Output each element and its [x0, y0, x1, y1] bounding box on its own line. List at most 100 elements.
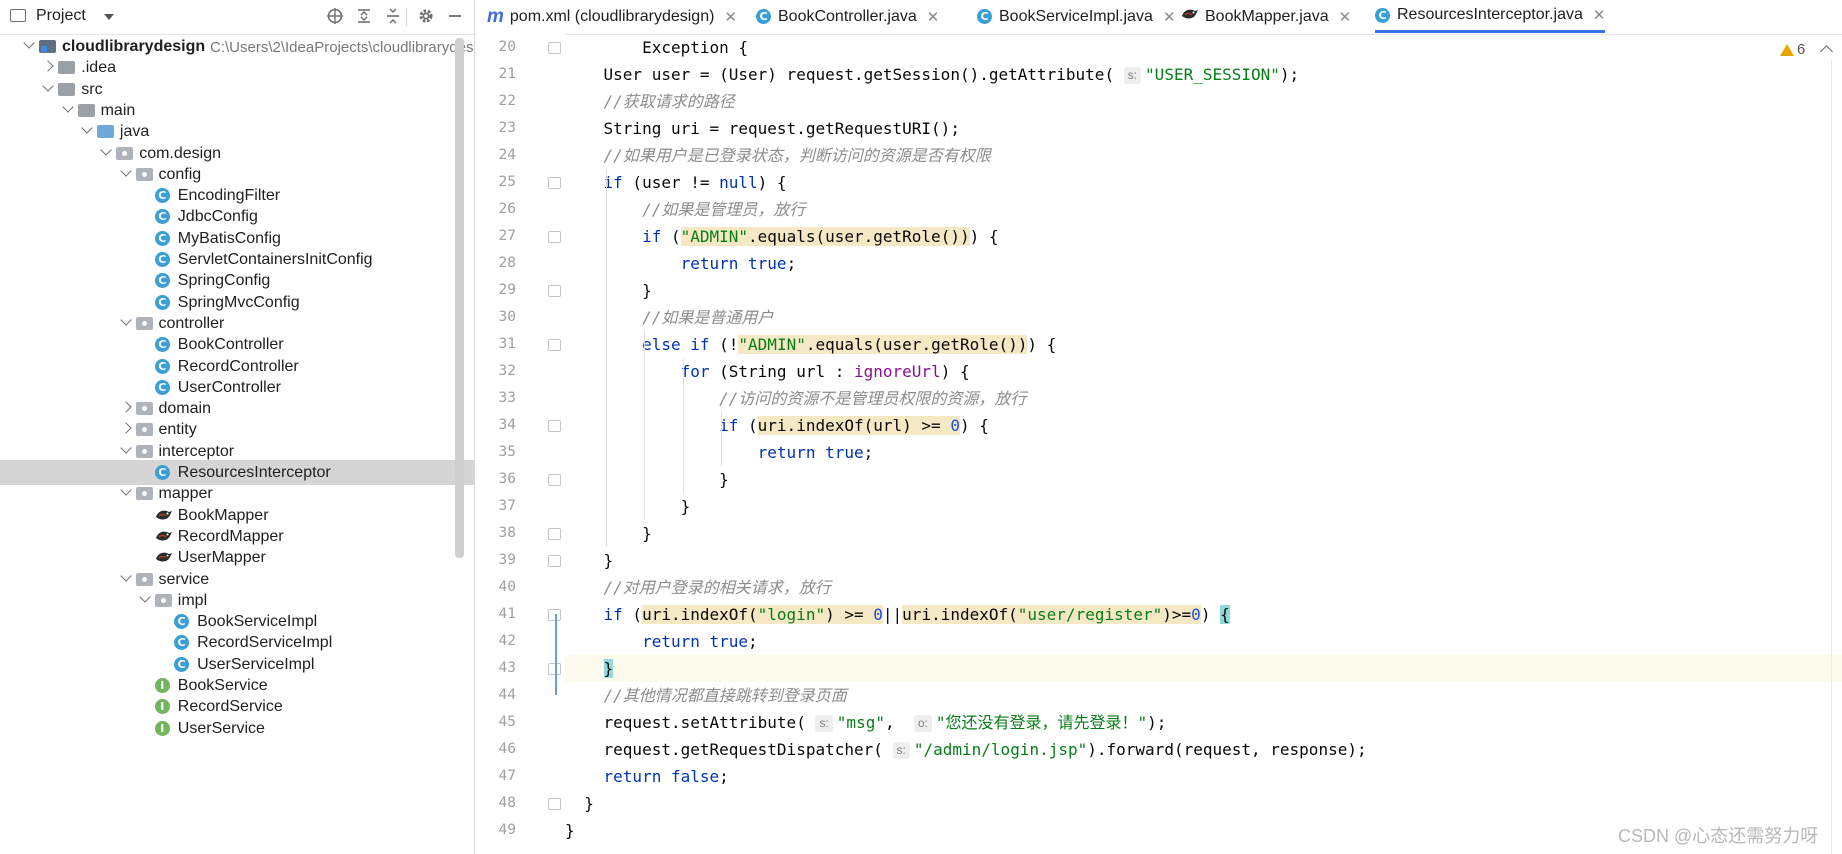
close-icon[interactable]: ✕ — [1339, 8, 1352, 26]
chevron-right-icon[interactable] — [42, 60, 54, 72]
tree-item-label: src — [81, 80, 103, 98]
editor-scrollbar[interactable] — [1831, 60, 1832, 854]
chevron-down-icon[interactable] — [119, 442, 132, 454]
tree-item-label: BookMapper — [177, 506, 269, 524]
close-icon[interactable]: ✕ — [1163, 8, 1176, 26]
code-line: request.setAttribute( s: "msg", o: "您还没有登录… — [565, 709, 1166, 736]
line-number: 37 — [498, 498, 516, 514]
tree-scrollbar[interactable] — [455, 38, 464, 558]
chevron-down-icon[interactable] — [61, 101, 74, 113]
fold-marker-icon[interactable] — [548, 231, 561, 243]
code-token: .equals(user.getRole()) — [748, 227, 970, 246]
code-line: } — [565, 493, 691, 520]
tree-item-label: com.design — [139, 144, 222, 162]
code-token: return false — [565, 767, 720, 786]
tree-item-label: mapper — [158, 485, 213, 503]
code-token: } — [565, 497, 691, 516]
tree-item-label: entity — [158, 421, 197, 439]
editor-tab[interactable]: C BookController.java ✕ — [756, 0, 939, 33]
code-token: ) { — [959, 416, 989, 435]
parameter-hint: s: — [815, 715, 833, 732]
tree-item-path: C:\Users\2\IdeaProjects\cloudlibrarydes — [210, 39, 474, 56]
code-token: ).forward(request, response); — [1087, 740, 1367, 759]
tree-item-label: RecordController — [177, 357, 299, 375]
line-number: 31 — [498, 336, 516, 352]
expand-all-icon[interactable] — [352, 4, 376, 28]
fold-marker-icon[interactable] — [548, 177, 561, 189]
code-token: ); — [1279, 65, 1300, 84]
code-token: ) { — [969, 227, 999, 246]
line-number: 41 — [498, 606, 516, 622]
code-line: if (user != null) { — [565, 169, 787, 196]
maven-icon: m — [487, 5, 504, 27]
project-panel-title[interactable]: Project — [36, 7, 86, 25]
chevron-down-icon[interactable] — [81, 122, 93, 134]
chevron-down-icon[interactable] — [119, 569, 132, 582]
chevron-down-icon[interactable] — [23, 37, 35, 49]
indent-guide — [721, 412, 723, 466]
editor-tab[interactable]: C ResourcesInterceptor.java ✕ — [1375, 0, 1606, 33]
tree-item[interactable]: I UserService — [0, 716, 474, 741]
fold-marker-icon[interactable] — [548, 285, 561, 297]
chevron-down-icon[interactable] — [42, 79, 54, 92]
fold-marker-icon[interactable] — [548, 339, 561, 351]
chevron-down-icon[interactable] — [119, 484, 132, 496]
minimize-icon[interactable] — [443, 4, 467, 28]
code-token: ( — [738, 416, 758, 435]
code-token: ; — [748, 632, 758, 651]
close-icon[interactable]: ✕ — [927, 8, 940, 26]
collapse-all-icon[interactable] — [381, 4, 405, 28]
editor-tab[interactable]: m pom.xml (cloudlibrarydesign) ✕ — [487, 0, 737, 33]
code-line: //其他情况都直接跳转到登录页面 — [565, 682, 847, 709]
chevron-right-icon[interactable] — [119, 401, 132, 413]
fold-marker-icon[interactable] — [548, 798, 561, 810]
chevron-down-icon[interactable] — [104, 14, 114, 20]
chevron-down-icon[interactable] — [100, 143, 112, 156]
code-token: ); — [1147, 713, 1167, 732]
watermark: CSDN @心态还需努力呀 — [1618, 826, 1819, 846]
chevron-down-icon[interactable] — [139, 591, 151, 603]
gear-icon[interactable] — [414, 4, 438, 28]
code-token: //其他情况都直接跳转到登录页面 — [565, 686, 847, 705]
tree-item-label: .idea — [81, 59, 116, 77]
tree-item-label: SpringMvcConfig — [177, 293, 300, 311]
fold-marker-icon[interactable] — [548, 528, 561, 540]
code-token: if — [565, 173, 623, 192]
parameter-hint: o: — [913, 715, 932, 732]
chevron-down-icon[interactable] — [119, 314, 132, 326]
project-tool-window: Project cloudlibrarydesign C:\Users\2\Ide… — [0, 0, 475, 854]
tree-item-label: UserService — [177, 719, 265, 737]
editor-tab[interactable]: C BookServiceImpl.java ✕ — [977, 0, 1175, 33]
fold-marker-icon[interactable] — [548, 420, 561, 432]
fold-marker-icon[interactable] — [548, 555, 561, 567]
code-editor[interactable]: Exception { User user = (User) request.g… — [565, 34, 1842, 854]
code-token: ) { — [757, 173, 787, 192]
java-class-icon: C — [154, 230, 170, 246]
chevron-right-icon[interactable] — [119, 422, 132, 435]
warning-count: 6 — [1797, 41, 1806, 58]
tree-item-label: cloudlibrarydesign — [62, 38, 206, 55]
crosshair-icon[interactable] — [323, 4, 347, 28]
code-line: //访问的资源不是管理员权限的资源，放行 — [565, 385, 1026, 412]
code-token: { — [1220, 605, 1230, 624]
code-line: //如果是管理员，放行 — [565, 196, 805, 223]
fold-marker-icon[interactable] — [548, 474, 561, 486]
line-number: 21 — [498, 66, 516, 82]
chevron-down-icon[interactable] — [119, 165, 132, 177]
line-number: 38 — [498, 525, 516, 541]
close-icon[interactable]: ✕ — [724, 8, 737, 26]
package-icon — [135, 316, 153, 330]
editor-tab[interactable]: BookMapper.java ✕ — [1181, 0, 1351, 33]
vcs-change-marker[interactable] — [555, 614, 557, 695]
tree-item-label: service — [158, 570, 210, 588]
code-token: , — [884, 713, 914, 732]
tree-item-label: UserMapper — [177, 549, 266, 567]
line-number: 26 — [498, 201, 516, 217]
fold-marker-icon[interactable] — [548, 42, 561, 54]
close-icon[interactable]: ✕ — [1593, 6, 1606, 24]
toolbar-divider — [406, 8, 407, 26]
line-number: 23 — [498, 120, 516, 136]
inspection-warnings[interactable]: 6 — [1780, 41, 1805, 58]
line-number: 34 — [498, 417, 516, 433]
